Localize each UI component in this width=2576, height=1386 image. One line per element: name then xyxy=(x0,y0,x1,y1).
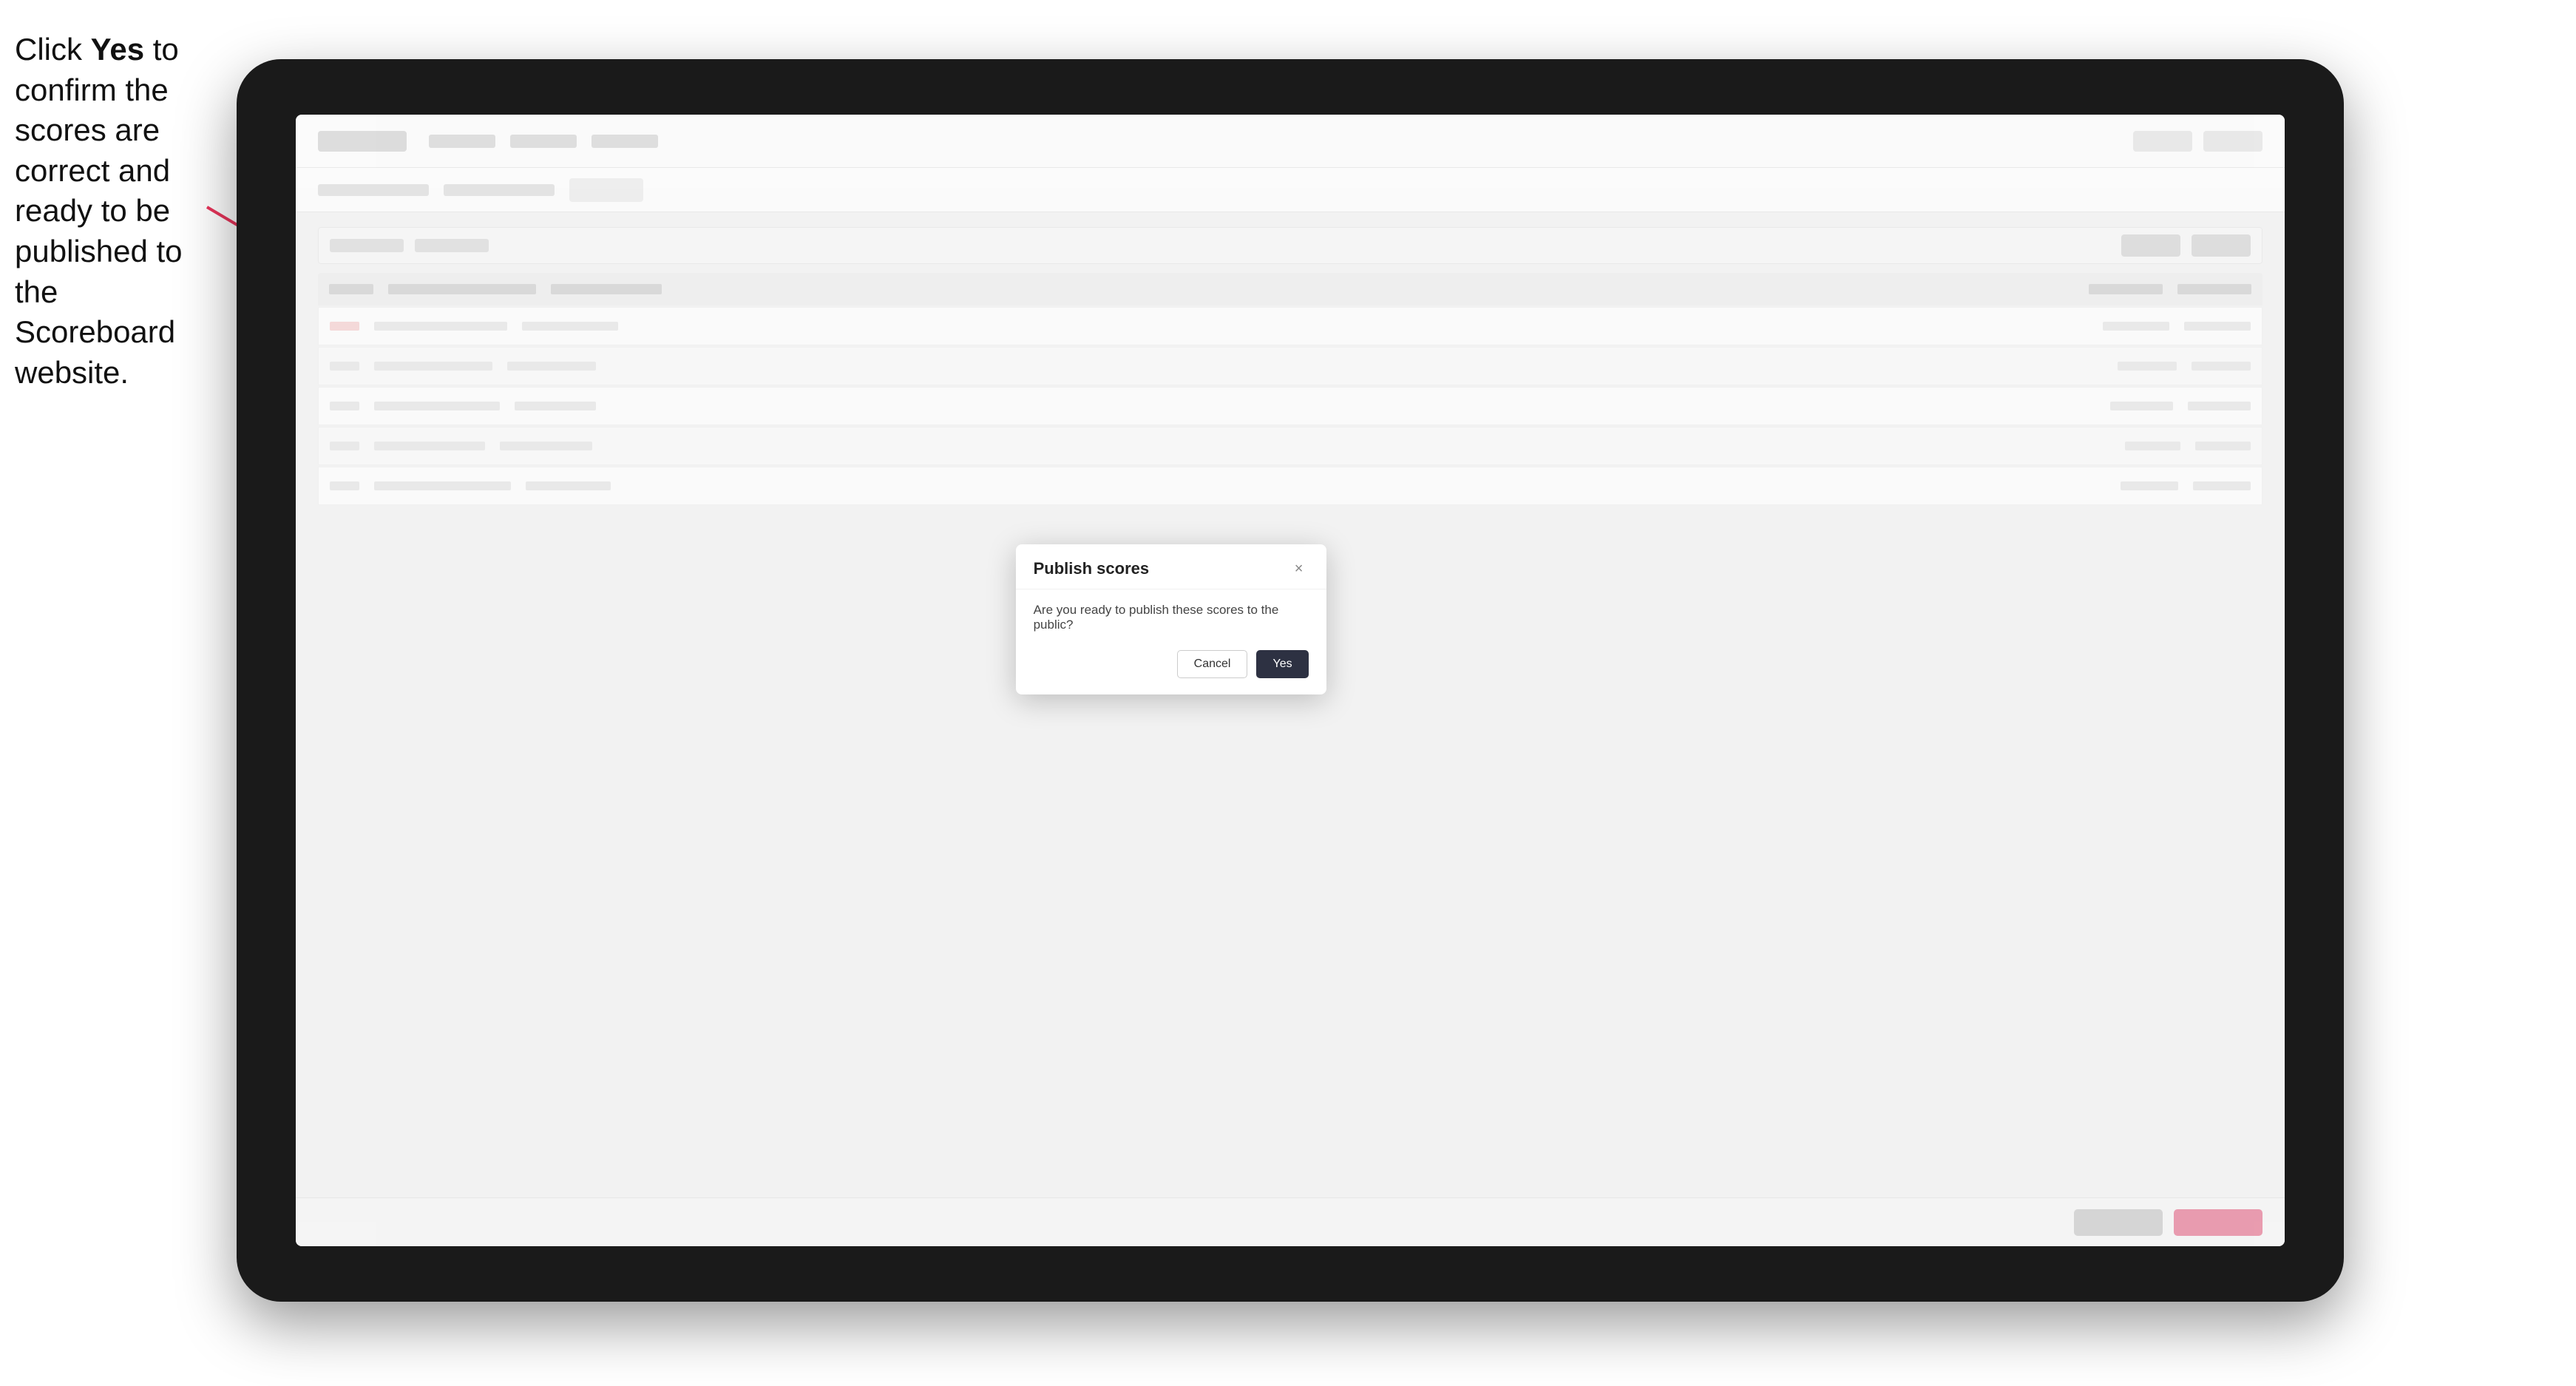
dialog-overlay: Publish scores × Are you ready to publis… xyxy=(296,115,2285,1246)
yes-button[interactable]: Yes xyxy=(1256,650,1308,678)
tablet-screen: Publish scores × Are you ready to publis… xyxy=(296,115,2285,1246)
dialog-actions: Cancel Yes xyxy=(1034,650,1309,678)
cancel-button[interactable]: Cancel xyxy=(1177,650,1248,678)
instruction-text: Click Yes to confirm the scores are corr… xyxy=(15,30,222,393)
instruction-bold: Yes xyxy=(91,32,144,67)
dialog-message: Are you ready to publish these scores to… xyxy=(1034,603,1309,632)
tablet-device: Publish scores × Are you ready to publis… xyxy=(237,59,2344,1302)
instruction-part2: to confirm the scores are correct and re… xyxy=(15,32,183,390)
publish-dialog: Publish scores × Are you ready to publis… xyxy=(1016,544,1326,694)
dialog-title: Publish scores xyxy=(1034,559,1150,578)
dialog-header: Publish scores × xyxy=(1016,544,1326,589)
dialog-close-button[interactable]: × xyxy=(1289,559,1309,578)
dialog-body: Are you ready to publish these scores to… xyxy=(1016,589,1326,694)
instruction-part1: Click xyxy=(15,32,91,67)
